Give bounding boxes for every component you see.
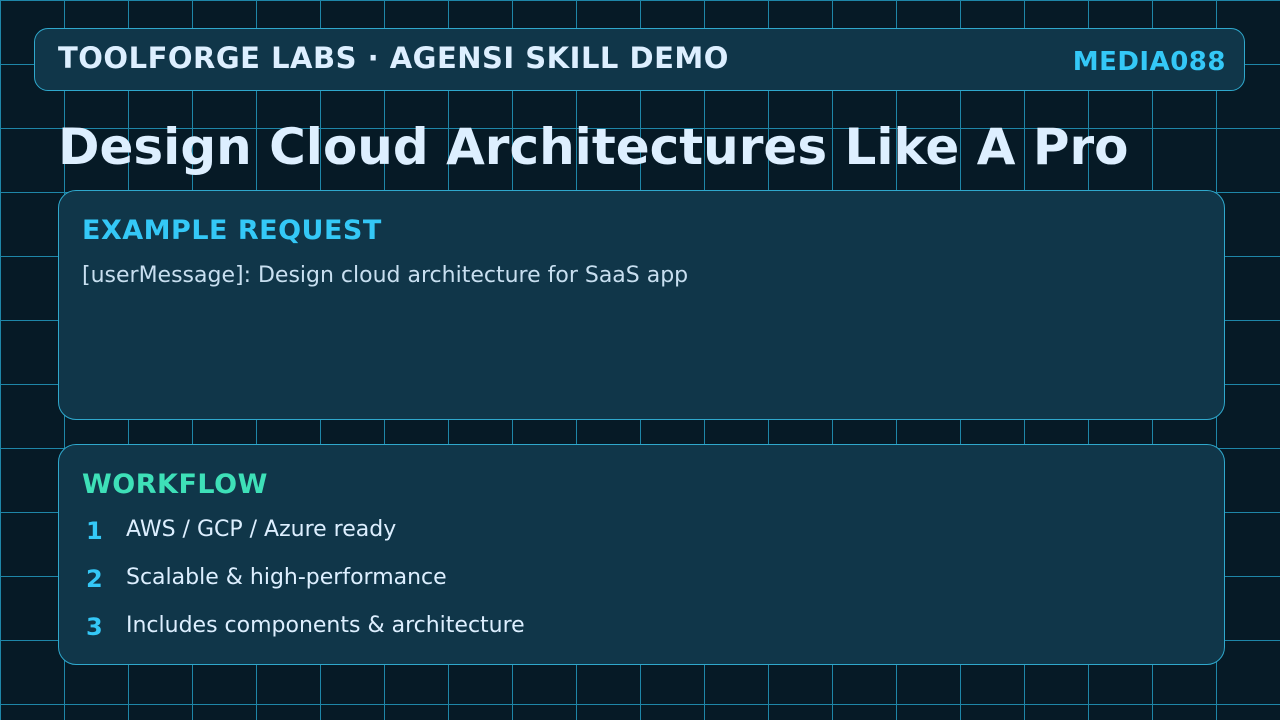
example-request-text: [userMessage]: Design cloud architecture…	[82, 263, 689, 288]
step-number: 2	[86, 565, 103, 593]
workflow-heading: WORKFLOW	[82, 469, 268, 500]
brand-title: TOOLFORGE LABS · AGENSI SKILL DEMO	[58, 41, 729, 75]
example-request-panel: EXAMPLE REQUEST [userMessage]: Design cl…	[58, 190, 1225, 420]
step-number: 3	[86, 613, 103, 641]
step-text: Scalable & high-performance	[126, 565, 447, 590]
workflow-panel: WORKFLOW 1 AWS / GCP / Azure ready 2 Sca…	[58, 444, 1225, 665]
page-title: Design Cloud Architectures Like A Pro	[58, 118, 1129, 176]
step-text: AWS / GCP / Azure ready	[126, 517, 397, 542]
header-bar: TOOLFORGE LABS · AGENSI SKILL DEMO MEDIA…	[34, 28, 1245, 91]
step-number: 1	[86, 517, 103, 545]
media-code: MEDIA088	[1072, 47, 1226, 77]
example-request-heading: EXAMPLE REQUEST	[82, 215, 382, 246]
step-text: Includes components & architecture	[126, 613, 525, 638]
